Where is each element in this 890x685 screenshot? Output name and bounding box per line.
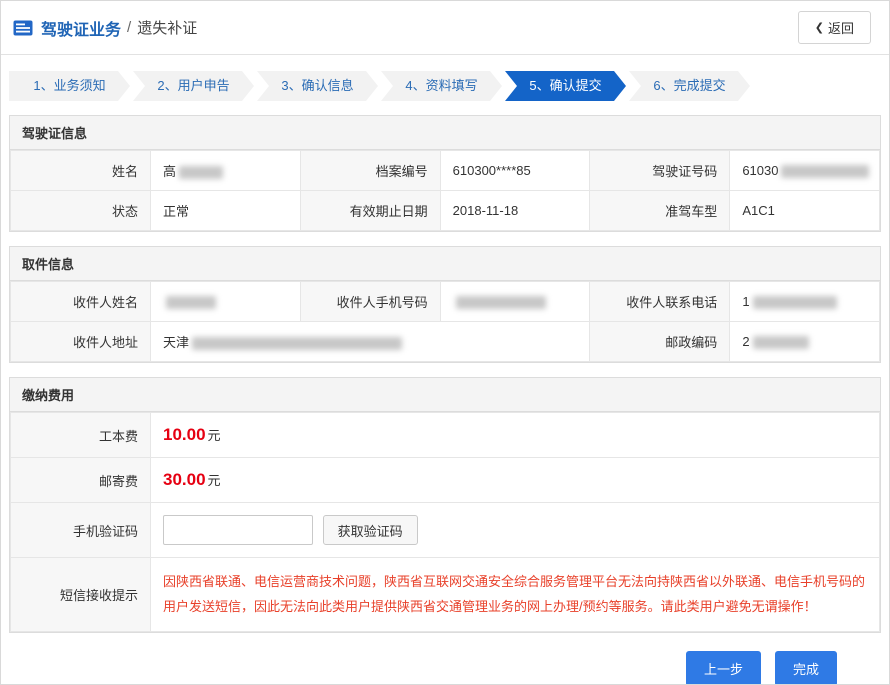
sms-notice-label: 短信接收提示 — [11, 558, 151, 632]
license-no-label: 驾驶证号码 — [590, 151, 730, 191]
table-row: 手机验证码 获取验证码 — [11, 503, 880, 558]
sms-notice-cell: 因陕西省联通、电信运营商技术问题，陕西省互联网交通安全综合服务管理平台无法向持陕… — [151, 558, 880, 632]
page: 驾驶证业务 / 遗失补证 ❮ 返回 1、业务须知 2、用户申告 3、确认信息 4… — [0, 0, 890, 685]
redacted-value — [456, 296, 546, 309]
postcode-value: 2 — [730, 322, 880, 362]
pickup-info-title: 取件信息 — [10, 247, 880, 281]
table-row: 收件人地址 天津 邮政编码 2 — [11, 322, 880, 362]
page-title: 驾驶证业务 — [41, 16, 121, 40]
postage-fee-label: 邮寄费 — [11, 458, 151, 503]
license-no-value-text: 61030 — [742, 163, 778, 178]
name-label: 姓名 — [11, 151, 151, 191]
breadcrumb-separator: / — [127, 19, 131, 36]
recipient-phone-value: 1 — [730, 282, 880, 322]
status-label: 状态 — [11, 191, 151, 231]
address-label: 收件人地址 — [11, 322, 151, 362]
license-info-section: 驾驶证信息 姓名 高 档案编号 610300****85 驾驶证号码 61030… — [9, 115, 881, 232]
redacted-value — [781, 165, 869, 178]
top-header: 驾驶证业务 / 遗失补证 ❮ 返回 — [1, 1, 889, 55]
license-info-title: 驾驶证信息 — [10, 116, 880, 150]
name-value-text: 高 — [163, 164, 176, 179]
redacted-value — [753, 336, 809, 349]
status-value: 正常 — [151, 191, 301, 231]
finish-button[interactable]: 完成 — [775, 651, 837, 685]
sms-code-cell: 获取验证码 — [151, 503, 880, 558]
fee-unit: 元 — [208, 428, 221, 443]
fee-section: 缴纳费用 工本费 10.00元 邮寄费 30.00元 手机验证码 获取验证码 — [9, 377, 881, 633]
previous-step-button[interactable]: 上一步 — [686, 651, 761, 685]
breadcrumb-current: 遗失补证 — [137, 17, 197, 38]
address-text: 天津 — [163, 335, 189, 350]
step-tab-2[interactable]: 2、用户申告 — [133, 71, 254, 101]
step-tab-6[interactable]: 6、完成提交 — [629, 71, 750, 101]
recipient-mobile-label: 收件人手机号码 — [300, 282, 440, 322]
recipient-phone-text: 1 — [742, 294, 749, 309]
table-row: 工本费 10.00元 — [11, 413, 880, 458]
back-button[interactable]: ❮ 返回 — [798, 11, 871, 44]
license-no-value: 61030 — [730, 151, 880, 191]
postage-fee-amount: 30.00 — [163, 470, 206, 489]
recipient-phone-label: 收件人联系电话 — [590, 282, 730, 322]
file-no-label: 档案编号 — [300, 151, 440, 191]
table-row: 短信接收提示 因陕西省联通、电信运营商技术问题，陕西省互联网交通安全综合服务管理… — [11, 558, 880, 632]
redacted-value — [166, 296, 216, 309]
back-button-label: 返回 — [828, 18, 854, 37]
expiry-value: 2018-11-18 — [440, 191, 590, 231]
pickup-info-table: 收件人姓名 收件人手机号码 收件人联系电话 1 收件人地址 天津 邮政编码 2 — [10, 281, 880, 362]
production-fee-value: 10.00元 — [151, 413, 880, 458]
postage-fee-value: 30.00元 — [151, 458, 880, 503]
file-no-value: 610300****85 — [440, 151, 590, 191]
recipient-mobile-value — [440, 282, 590, 322]
redacted-value — [179, 166, 223, 179]
footer-actions: 上一步 完成 — [1, 647, 889, 685]
redacted-value — [753, 296, 837, 309]
table-row: 姓名 高 档案编号 610300****85 驾驶证号码 61030 — [11, 151, 880, 191]
license-info-table: 姓名 高 档案编号 610300****85 驾驶证号码 61030 状态 正常… — [10, 150, 880, 231]
get-code-button[interactable]: 获取验证码 — [323, 515, 418, 545]
fee-unit: 元 — [208, 473, 221, 488]
sms-code-label: 手机验证码 — [11, 503, 151, 558]
production-fee-amount: 10.00 — [163, 425, 206, 444]
sms-notice-text: 因陕西省联通、电信运营商技术问题，陕西省互联网交通安全综合服务管理平台无法向持陕… — [163, 570, 867, 619]
table-row: 收件人姓名 收件人手机号码 收件人联系电话 1 — [11, 282, 880, 322]
table-row: 邮寄费 30.00元 — [11, 458, 880, 503]
step-tab-5[interactable]: 5、确认提交 — [505, 71, 626, 101]
vehicle-value: A1C1 — [730, 191, 880, 231]
postcode-label: 邮政编码 — [590, 322, 730, 362]
license-business-icon — [13, 20, 33, 36]
chevron-left-icon: ❮ — [815, 21, 824, 34]
redacted-value — [192, 337, 402, 350]
step-tab-3[interactable]: 3、确认信息 — [257, 71, 378, 101]
production-fee-label: 工本费 — [11, 413, 151, 458]
expiry-label: 有效期止日期 — [300, 191, 440, 231]
step-tab-1[interactable]: 1、业务须知 — [9, 71, 130, 101]
table-row: 状态 正常 有效期止日期 2018-11-18 准驾车型 A1C1 — [11, 191, 880, 231]
postcode-text: 2 — [742, 334, 749, 349]
pickup-info-section: 取件信息 收件人姓名 收件人手机号码 收件人联系电话 1 收件人地址 天津 邮政… — [9, 246, 881, 363]
recipient-name-label: 收件人姓名 — [11, 282, 151, 322]
step-tab-4[interactable]: 4、资料填写 — [381, 71, 502, 101]
vehicle-label: 准驾车型 — [590, 191, 730, 231]
sms-code-input[interactable] — [163, 515, 313, 545]
fee-section-title: 缴纳费用 — [10, 378, 880, 412]
address-value: 天津 — [151, 322, 590, 362]
step-navigation: 1、业务须知 2、用户申告 3、确认信息 4、资料填写 5、确认提交 6、完成提… — [9, 71, 881, 101]
recipient-name-value — [151, 282, 301, 322]
name-value: 高 — [151, 151, 301, 191]
fee-table: 工本费 10.00元 邮寄费 30.00元 手机验证码 获取验证码 短信接收提 — [10, 412, 880, 632]
